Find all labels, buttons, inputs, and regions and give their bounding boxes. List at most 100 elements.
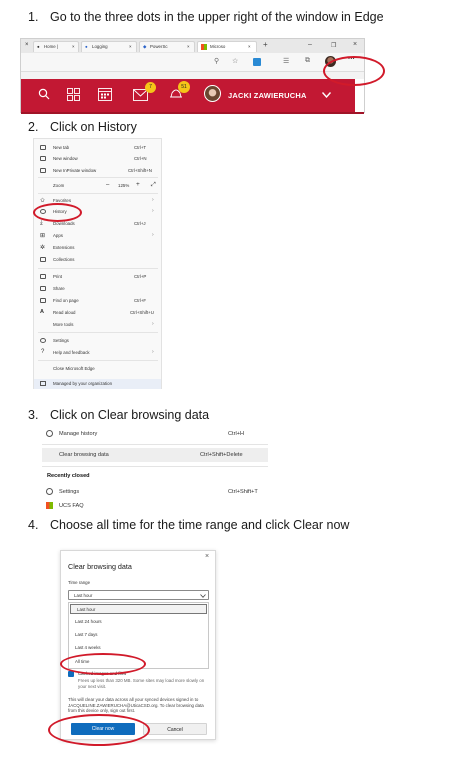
menu-item-clear-browsing-data[interactable]: Clear browsing data Ctrl+Shift+Delete	[42, 448, 268, 462]
dialog-close-icon[interactable]: ×	[205, 553, 209, 560]
user-name[interactable]: JACKI ZAWIERUCHA	[228, 91, 307, 100]
tab-home[interactable]: ● Home | ×	[33, 41, 79, 52]
apps-grid-icon[interactable]	[67, 88, 80, 101]
highlight-circle-history	[33, 203, 82, 222]
tab-microsoft[interactable]: Microso ×	[197, 41, 257, 52]
download-icon: ⤓	[40, 220, 43, 226]
read-aloud-icon: A	[40, 309, 44, 315]
calendar-icon[interactable]	[98, 87, 112, 101]
user-avatar[interactable]	[204, 85, 221, 102]
extension-icon[interactable]	[253, 58, 261, 66]
find-icon	[40, 298, 46, 303]
tab-strip: × ● Home | × ● Logging × ◆ PowerSc × Mic…	[21, 39, 364, 53]
menu-item-share[interactable]: Share	[34, 284, 161, 294]
gear-icon	[40, 338, 46, 343]
tab-close-icon[interactable]: ×	[129, 44, 132, 49]
recently-closed-settings[interactable]: Settings Ctrl+Shift+T	[42, 485, 268, 499]
menu-item-extensions[interactable]: ✲ Extensions	[34, 243, 161, 253]
gear-icon	[46, 488, 53, 495]
tab-icon: ◆	[143, 44, 147, 49]
new-tab-button[interactable]: +	[263, 40, 268, 49]
tab-powershell[interactable]: ◆ PowerSc ×	[139, 41, 195, 52]
menu-item-manage-history[interactable]: Manage history Ctrl+H	[42, 427, 268, 441]
cancel-button[interactable]: Cancel	[143, 723, 207, 735]
menu-item-zoom: Zoom – 125% + ⤢	[53, 181, 156, 189]
time-range-label: Time range	[68, 580, 91, 585]
close-window-button[interactable]: ×	[353, 41, 357, 48]
menu-item-collections[interactable]: Collections	[34, 255, 161, 265]
chevron-right-icon: ›	[152, 321, 154, 327]
inprivate-icon	[40, 168, 46, 173]
menu-item-apps[interactable]: ⊞ Apps ›	[34, 231, 161, 241]
menu-item-new-inprivate[interactable]: New InPrivate window Ctrl+Shift+N	[34, 166, 161, 176]
favorite-star-icon[interactable]: ☆	[232, 57, 238, 65]
notification-badge: 51	[178, 81, 190, 93]
search-icon[interactable]	[38, 88, 50, 100]
step-2-instruction: 2. Click on History	[28, 120, 137, 134]
divider	[42, 444, 268, 445]
option-last-7-days[interactable]: Last 7 days	[69, 630, 208, 640]
chevron-right-icon: ›	[152, 197, 154, 203]
menu-item-managed[interactable]: Managed by your organization	[34, 379, 161, 389]
step-1-instruction: 1. Go to the three dots in the upper righ…	[28, 10, 384, 24]
microsoft-logo-icon	[201, 44, 207, 50]
step-3-instruction: 3. Click on Clear browsing data	[28, 408, 210, 422]
chevron-right-icon: ›	[152, 232, 154, 238]
menu-divider	[38, 360, 158, 361]
tab-close-icon[interactable]: ×	[248, 44, 251, 49]
option-last-24-hours[interactable]: Last 24 hours	[69, 617, 208, 627]
zoom-out-button[interactable]: –	[106, 182, 109, 188]
fullscreen-icon[interactable]: ⤢	[151, 182, 156, 189]
print-icon	[40, 274, 46, 279]
history-icon	[46, 430, 53, 437]
new-tab-icon	[40, 145, 46, 150]
highlight-circle-all-time	[60, 653, 146, 675]
divider	[42, 466, 268, 467]
highlight-circle-clear-now	[48, 714, 150, 746]
header-underline	[21, 112, 364, 114]
option-last-hour[interactable]: Last hour	[70, 604, 207, 614]
menu-item-close-edge[interactable]: Close Microsoft Edge	[34, 364, 161, 374]
recently-closed-ucs-faq[interactable]: UCS FAQ	[42, 499, 268, 513]
tab-close-icon[interactable]: ×	[72, 44, 75, 49]
chevron-right-icon: ›	[152, 208, 154, 214]
step-4-instruction: 4. Choose all time for the time range and…	[28, 518, 350, 532]
collections-icon	[40, 257, 46, 262]
address-toolbar: ⚲ ☆ ☰ ⧉ ···	[21, 53, 364, 72]
sync-notice: This will clear your data across all you…	[68, 697, 204, 714]
tab-logging[interactable]: ● Logging ×	[81, 41, 137, 52]
favorites-bar-icon[interactable]: ☰	[283, 57, 289, 65]
minimize-button[interactable]: –	[308, 41, 312, 48]
menu-item-find[interactable]: Find on page Ctrl+F	[34, 296, 161, 306]
chevron-down-icon[interactable]	[322, 92, 331, 98]
menu-item-settings[interactable]: Settings	[34, 336, 161, 346]
time-range-select[interactable]: Last hour	[68, 590, 209, 600]
dialog-title: Clear browsing data	[68, 562, 132, 571]
menu-item-new-tab[interactable]: New tab Ctrl+T	[34, 143, 161, 153]
maximize-button[interactable]: ❐	[331, 42, 336, 49]
apps-icon: ⊞	[40, 233, 46, 239]
menu-item-more-tools[interactable]: More tools ›	[34, 320, 161, 330]
highlight-circle-more-button	[323, 56, 385, 86]
share-icon	[40, 286, 46, 291]
option-last-4-weeks[interactable]: Last 4 weeks	[69, 643, 208, 653]
recently-closed-heading: Recently closed	[47, 473, 90, 479]
window-menu-icon[interactable]: ×	[25, 42, 29, 48]
menu-divider	[38, 193, 158, 194]
zoom-value: 125%	[118, 183, 130, 188]
chevron-down-icon	[200, 594, 206, 598]
menu-item-read-aloud[interactable]: A Read aloud Ctrl+Shift+U	[34, 308, 161, 318]
menu-item-new-window[interactable]: New window Ctrl+N	[34, 154, 161, 164]
tab-icon: ●	[85, 44, 88, 49]
menu-item-help[interactable]: ? Help and feedback ›	[34, 348, 161, 358]
cached-images-description: Frees up less than 320 MB. Some sites ma…	[78, 678, 205, 689]
zoom-icon[interactable]: ⚲	[214, 57, 219, 65]
zoom-in-button[interactable]: +	[136, 181, 140, 188]
menu-item-print[interactable]: Print Ctrl+P	[34, 272, 161, 282]
app-header-bar: 7 51 JACKI ZAWIERUCHA	[21, 79, 364, 112]
clear-browsing-data-dialog: × Clear browsing data Time range Last ho…	[60, 550, 216, 740]
menu-divider	[38, 177, 158, 178]
collections-icon[interactable]: ⧉	[305, 57, 310, 65]
mail-badge: 7	[145, 82, 156, 93]
tab-close-icon[interactable]: ×	[187, 44, 190, 49]
